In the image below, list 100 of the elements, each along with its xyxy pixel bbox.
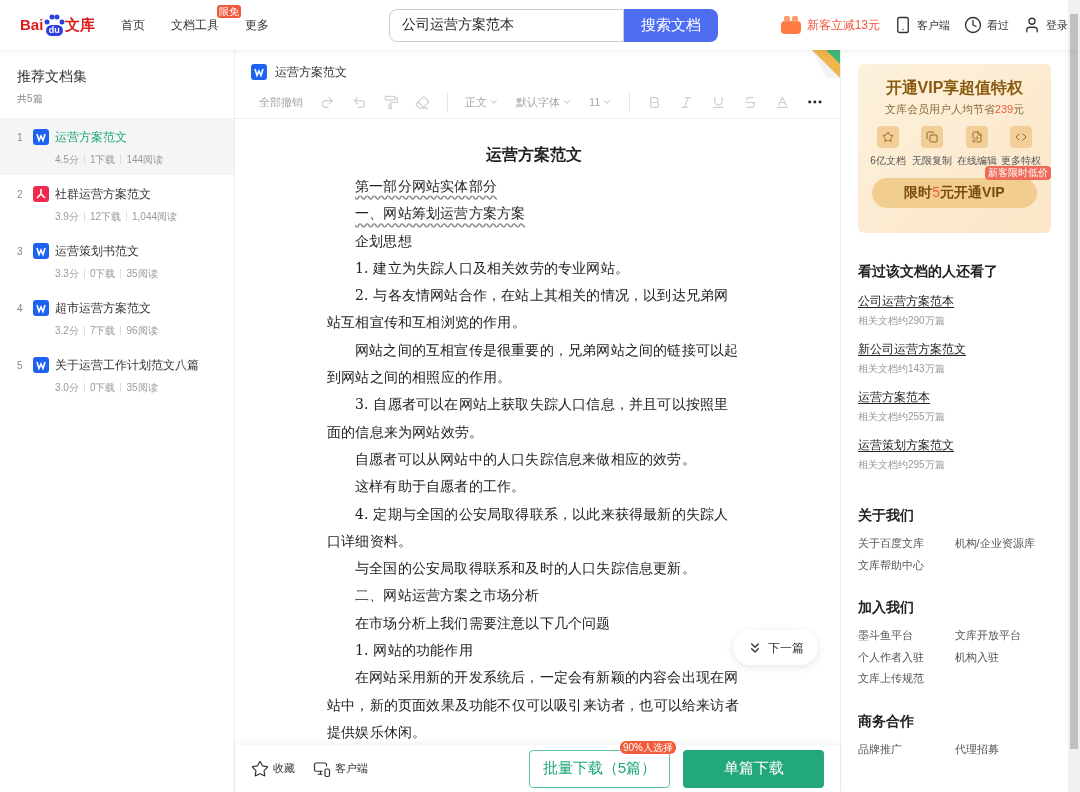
vip-title: 开通VIP享超值特权 [885, 78, 1024, 98]
caret-icon [562, 97, 573, 107]
footer-link[interactable]: 文库开放平台 [954, 627, 1051, 644]
caret-icon [602, 97, 613, 107]
download-count: 12下载 [89, 210, 122, 224]
read-count: 35阅读 [126, 381, 158, 395]
read-count: 144阅读 [126, 153, 164, 167]
footer-link[interactable]: 墨斗鱼平台 [858, 627, 955, 644]
footer-link[interactable]: 品牌推广 [858, 740, 955, 757]
footer-link[interactable]: 机构入驻 [954, 648, 1051, 665]
bottom-link[interactable]: 收藏 [251, 759, 295, 778]
document-paragraph: 一、网站筹划运营方案方案 [354, 204, 527, 224]
related-link[interactable]: 运营方案范本 [858, 388, 930, 406]
document-name: 运营方案范文 [275, 63, 347, 81]
clock-icon [964, 16, 982, 34]
document-list-item[interactable]: 4 超市运营方案范文 3.2分 7下载 96阅读 [0, 289, 234, 346]
document-list-item[interactable]: 5 关于运营工作计划范文八篇 3.0分 0下载 35阅读 [0, 346, 234, 403]
document-title: 运营策划书范文 [55, 243, 140, 260]
redo-icon[interactable] [320, 94, 335, 110]
item-number: 4 [17, 302, 24, 316]
document-paragraph: 第一部分网站实体部分 [354, 177, 498, 196]
related-link[interactable]: 公司运营方案范本 [858, 292, 954, 310]
undo-icon[interactable] [351, 94, 367, 110]
document-paragraph: 在市场分析上我们需要注意以下几个问题 [354, 613, 612, 633]
document-paragraph: 网站之间的互相宣传是很重要的，兄弟网站之间的链接可以起到网站之间的相照应的作用。 [327, 340, 740, 388]
footer-heading: 商务合作 [858, 711, 915, 731]
document-title: 关于运营工作计划范文八篇 [55, 357, 199, 374]
related-meta: 相关文档约143万篇 [858, 362, 946, 376]
free-badge: 限免 [217, 5, 242, 18]
item-number: 1 [17, 131, 24, 145]
italic-icon[interactable] [679, 94, 694, 110]
sidebar-title: 推荐文档集 [16, 67, 88, 86]
document-list-item[interactable]: 1 运营方案范文 4.5分 1下载 144阅读 [0, 118, 234, 175]
user-icon [1023, 16, 1041, 34]
related-meta: 相关文档约290万篇 [858, 314, 946, 328]
edit-icon [970, 130, 983, 143]
related-link[interactable]: 运营策划方案范文 [858, 436, 954, 454]
strikethrough-icon[interactable] [742, 94, 758, 110]
perk-label: 无限复制 [912, 153, 953, 168]
document-title: 运营方案范文 [55, 129, 128, 146]
logo[interactable]: Bai du 文库 [20, 13, 96, 37]
related-title: 看过该文档的人还看了 [858, 262, 999, 281]
document-title: 超市运营方案范文 [55, 300, 152, 317]
choice-badge: 90%人选择 [620, 740, 676, 754]
document-paragraph: 4. 定期与全国的公安局取得联系，以此来获得最新的失踪人口详细资料。 [327, 504, 730, 551]
footer-heading: 加入我们 [858, 598, 915, 617]
paint-roller-icon[interactable] [383, 94, 399, 110]
nav-link[interactable]: 首页 [121, 18, 146, 32]
header-action[interactable]: 看过 [964, 16, 1009, 34]
new-user-badge: 新客限时低价 [985, 165, 1051, 180]
copy-icon [926, 130, 939, 143]
bottom-link[interactable]: 客户端 [313, 759, 368, 778]
document-list-item[interactable]: 3 运营策划书范文 3.3分 0下载 35阅读 [0, 232, 234, 289]
download-count: 0下载 [89, 267, 116, 281]
document-paragraph: 3. 自愿者可以在网站上获取失踪人口信息，并且可以按照里面的信息来为网站效劳。 [327, 395, 730, 442]
document-paragraph: 这样有助于自愿者的工作。 [354, 477, 527, 497]
item-number: 2 [17, 188, 24, 202]
item-number: 5 [17, 359, 24, 373]
star-icon [882, 130, 895, 143]
nav-link[interactable]: 更多 [245, 18, 270, 32]
search-field[interactable]: 公司运营方案范本 [389, 8, 625, 42]
monitor-icon [313, 759, 331, 778]
score-text: 3.2分 [55, 324, 79, 338]
download-count: 0下载 [89, 381, 116, 395]
footer-link[interactable]: 关于百度文库 [858, 535, 955, 552]
word-file-icon [33, 129, 49, 145]
vip-subtitle: 文库会员用户人均节省239元 [884, 102, 1025, 117]
document-paragraph: 2. 与各友情网站合作，在站上其相关的情况，以到达兄弟网站互相宣传和互相浏览的作用。 [327, 286, 730, 333]
footer-link[interactable]: 文库上传规范 [858, 670, 955, 687]
word-file-icon [251, 63, 267, 80]
search-button[interactable]: 搜索文档 [624, 8, 719, 42]
document-paragraph: 在网站采用新的开发系统后，一定会有新颖的内容会出现在网站中，新的页面效果及功能不仅可以吸引来访者，也可以给来访者提供娱乐休闲。 [327, 668, 740, 742]
next-document-button[interactable]: 下一篇 [733, 630, 818, 665]
scrollbar[interactable] [1068, 0, 1080, 792]
read-count: 96阅读 [126, 324, 158, 338]
footer-link[interactable]: 个人作者入驻 [858, 648, 955, 665]
vip-open-button[interactable]: 限时5元开通VIP [872, 177, 1037, 208]
word-file-icon [33, 357, 49, 373]
document-heading: 运营方案范文 [484, 144, 583, 166]
nav-link[interactable]: 文档工具 [171, 18, 220, 32]
eraser-icon[interactable] [415, 94, 431, 110]
footer-link[interactable]: 文库帮助中心 [858, 556, 955, 573]
footer-link[interactable]: 代理招募 [954, 740, 1051, 757]
underline-icon[interactable] [711, 94, 726, 110]
document-paragraph: 自愿者可以从网站中的人口失踪信息来做相应的效劳。 [354, 449, 697, 469]
document-list-item[interactable]: 2 社群运营方案范文 3.9分 12下载 1,044阅读 [0, 175, 234, 232]
score-text: 3.9分 [55, 210, 79, 224]
score-text: 3.0分 [55, 381, 79, 395]
header-action[interactable]: 登录 [1023, 16, 1068, 34]
document-paragraph: 与全国的公安局取得联系和及时的人口失踪信息更新。 [354, 559, 697, 579]
document-paragraph: 二、网站运营方案之市场分析 [354, 586, 541, 606]
footer-link[interactable]: 机构/企业资源库 [954, 535, 1051, 552]
perk-label: 6亿文档 [870, 153, 906, 168]
header-action[interactable]: 客户端 [894, 16, 950, 34]
font-color-icon[interactable] [774, 94, 790, 110]
score-text: 4.5分 [55, 153, 79, 167]
related-link[interactable]: 新公司运营方案范文 [858, 340, 966, 358]
item-number: 3 [17, 245, 24, 259]
promo-text[interactable]: 新客立减13元 [806, 16, 880, 34]
download-count: 7下载 [89, 324, 116, 338]
